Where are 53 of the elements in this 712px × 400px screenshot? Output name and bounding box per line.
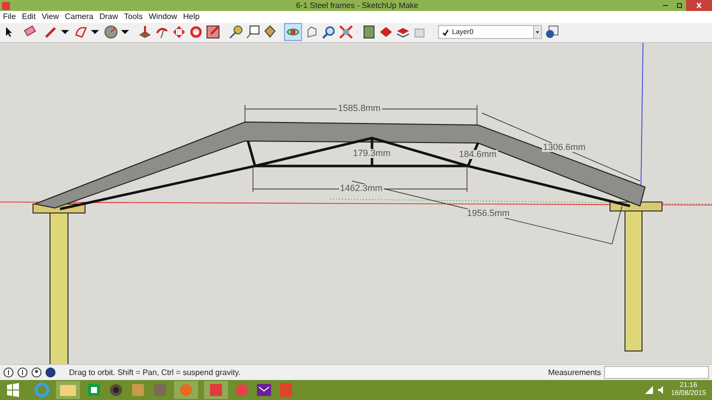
caret-icon: [533, 26, 541, 38]
text-icon[interactable]: [246, 25, 260, 40]
dimension-label: 184.6mm: [458, 150, 498, 159]
measurements-label: Measurements: [548, 368, 601, 377]
move-icon[interactable]: [172, 25, 186, 40]
info-icon[interactable]: [17, 367, 28, 378]
caret-icon[interactable]: [61, 28, 69, 36]
pencil-icon[interactable]: [44, 25, 58, 40]
map-icon[interactable]: [362, 25, 376, 40]
stack-icon[interactable]: [396, 25, 410, 40]
caret-icon[interactable]: [121, 28, 129, 36]
zoom-extents-icon[interactable]: [339, 25, 353, 40]
menu-item[interactable]: Camera: [64, 12, 94, 21]
caret-icon[interactable]: [91, 28, 99, 36]
status-hint: Drag to orbit. Shift = Pan, Ctrl = suspend gravity.: [69, 368, 240, 377]
tape-measure-icon[interactable]: [229, 25, 243, 40]
dimension-label: 1585.8mm: [337, 104, 382, 113]
orbit-icon[interactable]: [284, 23, 302, 42]
user-icon[interactable]: [31, 367, 42, 378]
menu-item[interactable]: View: [42, 12, 59, 21]
menu-item[interactable]: File: [3, 12, 16, 21]
menu-item[interactable]: Help: [183, 12, 200, 21]
arc-icon[interactable]: [74, 25, 88, 40]
dimension-label: 179.3mm: [352, 148, 392, 158]
windows-start-icon[interactable]: [6, 383, 20, 398]
rotate-icon[interactable]: [189, 25, 203, 40]
offset-icon[interactable]: [155, 25, 169, 40]
window-title: 6-1 Steel frames - SketchUp Make: [296, 2, 418, 10]
menu-item[interactable]: Window: [148, 12, 178, 21]
close-icon[interactable]: [686, 0, 712, 11]
info-icon[interactable]: [3, 367, 14, 378]
mail-icon[interactable]: [256, 382, 272, 398]
menu-item[interactable]: Draw: [99, 12, 118, 21]
hand-icon[interactable]: [305, 25, 319, 40]
layer-manager-icon[interactable]: [545, 25, 559, 40]
dimension-label: 1956.5mm: [466, 208, 511, 218]
zoom-icon[interactable]: [322, 25, 336, 40]
circle-icon[interactable]: [104, 25, 118, 40]
store-icon[interactable]: [86, 382, 102, 398]
dimension-label: 1306.6mm: [542, 142, 587, 152]
paint-bucket-icon[interactable]: [263, 25, 277, 40]
measurements-field[interactable]: [604, 366, 709, 380]
speaker-icon[interactable]: [108, 382, 124, 398]
drawing-canvas[interactable]: 1585.8mm 1306.6mm 179.3mm 184.6mm 1462.3mm 1956.5mm: [0, 42, 712, 364]
scale-icon[interactable]: [206, 25, 220, 40]
check-icon: [442, 28, 449, 36]
dimension-label: 1462.3mm: [339, 184, 384, 193]
select-arrow-icon[interactable]: [4, 26, 14, 38]
help-icon[interactable]: [45, 367, 56, 378]
push-pull-icon[interactable]: [138, 25, 152, 40]
menu-item[interactable]: Tools: [124, 12, 143, 21]
menu-item[interactable]: Edit: [22, 12, 36, 21]
volume-icon[interactable]: [658, 386, 666, 394]
